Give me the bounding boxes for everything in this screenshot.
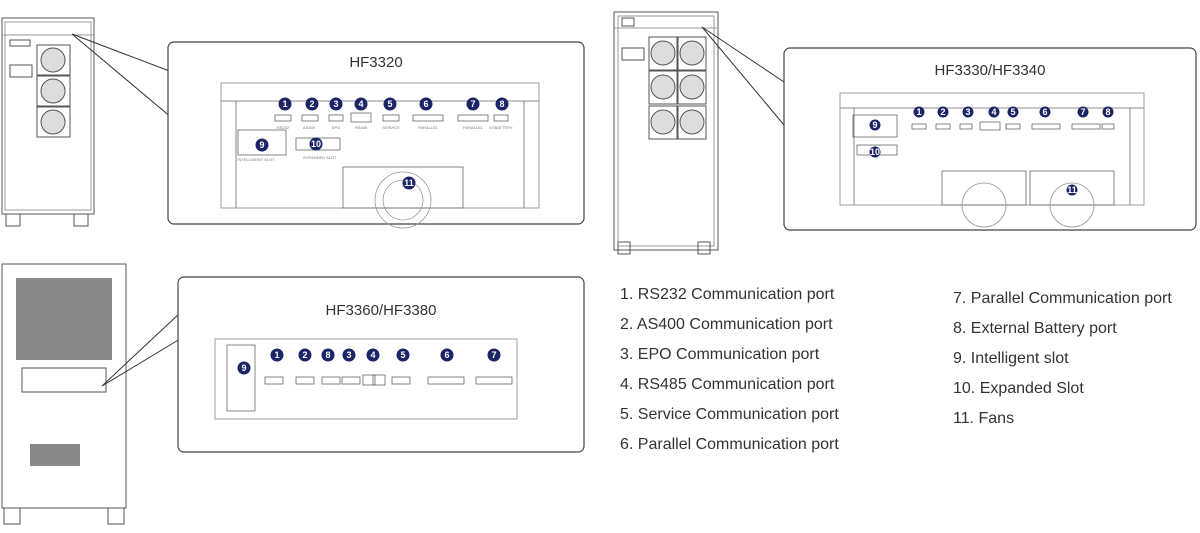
marker-number: 4 — [358, 99, 363, 109]
legend-item: 5. Service Communication port — [620, 406, 839, 423]
marker-number: 7 — [491, 350, 496, 360]
callout-title-hf3360: HF3360/HF3380 — [325, 302, 437, 319]
fan-icon — [36, 44, 71, 138]
marker-number: 7 — [1080, 107, 1085, 117]
legend-item: 11. Fans — [953, 410, 1015, 427]
marker-number: 6 — [423, 99, 428, 109]
port-label: RS232 — [277, 125, 290, 130]
marker-number: 9 — [872, 120, 877, 130]
marker-number: 2 — [940, 107, 945, 117]
marker-number: 2 — [302, 350, 307, 360]
legend-item: 3. EPO Communication port — [620, 346, 820, 363]
port-label: EXPANDED SLOT — [303, 155, 337, 160]
marker-number: 6 — [444, 350, 449, 360]
marker-number: 8 — [1105, 107, 1110, 117]
marker-number: 11 — [1067, 185, 1077, 195]
marker-number: 1 — [282, 99, 287, 109]
cabinet-hf3320 — [1, 17, 173, 227]
marker-number: 3 — [346, 350, 351, 360]
port-label: RS485 — [355, 125, 368, 130]
marker-number: 7 — [470, 99, 475, 109]
marker-number: 3 — [333, 99, 338, 109]
marker-number: 9 — [241, 363, 246, 373]
legend-item: 7. Parallel Communication port — [953, 290, 1172, 307]
marker-number: 6 — [1042, 107, 1047, 117]
port-label: AS400 — [303, 125, 316, 130]
marker-number: 10 — [311, 139, 321, 149]
marker-number: 2 — [309, 99, 314, 109]
marker-number: 1 — [916, 107, 921, 117]
marker-number: 4 — [991, 107, 996, 117]
port-label: PARALLEL — [463, 125, 484, 130]
marker-number: 5 — [387, 99, 392, 109]
cabinet-hf3360 — [1, 263, 181, 525]
marker-number: 4 — [370, 350, 375, 360]
port-label: INTELLIGENT SLOT — [237, 157, 275, 162]
port-label: EPO — [332, 125, 340, 130]
legend-left: 1. RS232 Communication port 2. AS400 Com… — [620, 280, 839, 460]
legend-item: 4. RS485 Communication port — [620, 376, 835, 393]
marker-number: 8 — [499, 99, 504, 109]
legend-item: 9. Intelligent slot — [953, 350, 1069, 367]
callout-title-hf3330: HF3330/HF3340 — [934, 62, 1046, 79]
marker-number: 1 — [274, 350, 279, 360]
legend-right: 7. Parallel Communication port 8. Extern… — [953, 284, 1172, 434]
marker-number: 8 — [325, 350, 330, 360]
marker-number: 5 — [400, 350, 405, 360]
port-label: PARALLEL — [418, 125, 439, 130]
legend-item: 10. Expanded Slot — [953, 380, 1084, 397]
marker-number: 11 — [404, 178, 414, 188]
marker-number: 10 — [870, 147, 880, 157]
port-label: EXBATTERY — [489, 125, 513, 130]
cabinet-hf3330 — [613, 11, 785, 255]
diagram-canvas: RS232 AS400 EPO RS485 SERVICE PARALLEL PARALLE… — [1, 11, 1197, 525]
port-label: SERVICE — [382, 125, 400, 130]
legend-item: 6. Parallel Communication port — [620, 436, 839, 453]
legend-item: 8. External Battery port — [953, 320, 1117, 337]
legend-item: 1. RS232 Communication port — [620, 286, 835, 303]
fan-icon — [648, 36, 707, 140]
marker-number: 9 — [259, 140, 264, 150]
marker-number: 5 — [1010, 107, 1015, 117]
marker-number: 3 — [965, 107, 970, 117]
callout-title-hf3320: HF3320 — [349, 54, 403, 71]
legend-item: 2. AS400 Communication port — [620, 316, 833, 333]
